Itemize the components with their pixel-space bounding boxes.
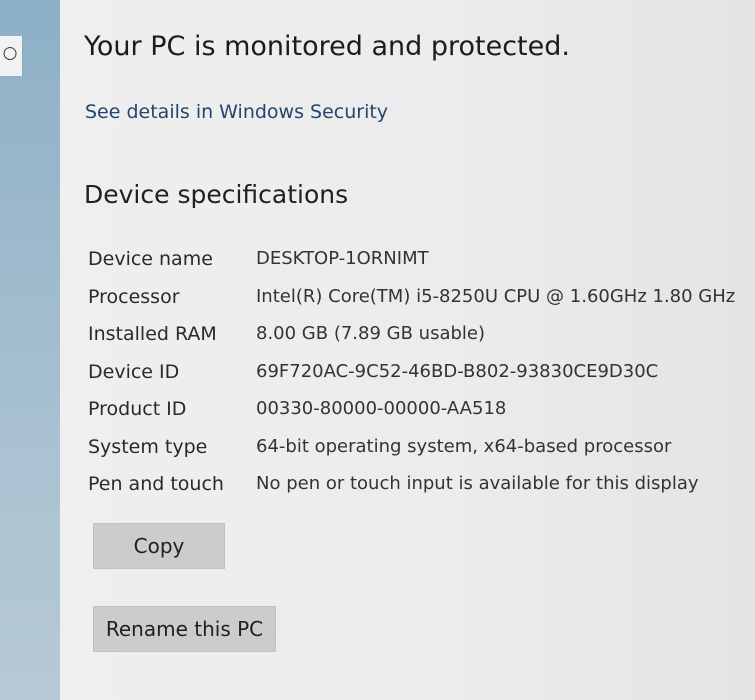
copy-button[interactable]: Copy <box>93 523 225 569</box>
security-status-heading: Your PC is monitored and protected. <box>84 31 570 62</box>
device-name-value: DESKTOP-1ORNIMT <box>256 248 429 269</box>
left-sidebar: ○ <box>0 0 60 700</box>
pen-touch-label: Pen and touch <box>88 473 224 495</box>
processor-label: Processor <box>88 285 180 308</box>
device-name-row: Device name DESKTOP-1ORNIMT <box>88 248 755 286</box>
device-id-value: 69F720AC-9C52-46BD-B802-93830CE9D30C <box>256 360 659 382</box>
device-specifications-table: Device name DESKTOP-1ORNIMT Processor In… <box>88 248 755 511</box>
pen-touch-row: Pen and touch No pen or touch input is a… <box>88 473 755 511</box>
product-id-label: Product ID <box>88 398 187 420</box>
processor-row: Processor Intel(R) Core(TM) i5-8250U CPU… <box>88 286 755 324</box>
device-id-label: Device ID <box>88 360 180 383</box>
installed-ram-label: Installed RAM <box>88 323 217 345</box>
pen-touch-value: No pen or touch input is available for t… <box>256 473 699 494</box>
device-id-row: Device ID 69F720AC-9C52-46BD-B802-93830C… <box>88 361 755 399</box>
rename-pc-button[interactable]: Rename this PC <box>93 606 276 652</box>
processor-value: Intel(R) Core(TM) i5-8250U CPU @ 1.60GHz… <box>256 285 736 307</box>
system-type-value: 64-bit operating system, x64-based proce… <box>256 435 672 457</box>
installed-ram-row: Installed RAM 8.00 GB (7.89 GB usable) <box>88 323 755 361</box>
windows-security-link[interactable]: See details in Windows Security <box>85 101 388 123</box>
device-specifications-heading: Device specifications <box>84 180 349 209</box>
system-type-label: System type <box>88 435 208 458</box>
home-icon[interactable]: ○ <box>0 43 20 63</box>
about-settings-panel: Your PC is monitored and protected. See … <box>60 0 755 700</box>
product-id-value: 00330-80000-00000-AA518 <box>256 398 507 419</box>
installed-ram-value: 8.00 GB (7.89 GB usable) <box>256 323 485 344</box>
product-id-row: Product ID 00330-80000-00000-AA518 <box>88 398 755 436</box>
system-type-row: System type 64-bit operating system, x64… <box>88 436 755 474</box>
device-name-label: Device name <box>88 248 213 270</box>
